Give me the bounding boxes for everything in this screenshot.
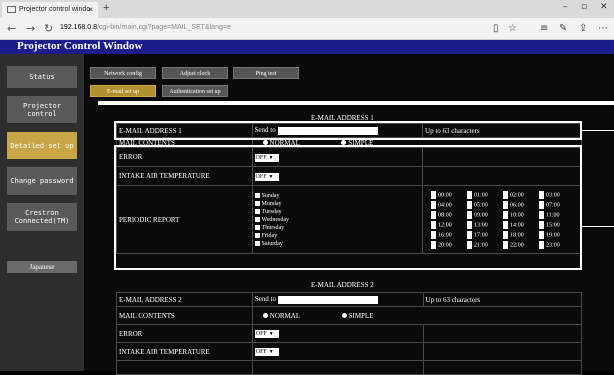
web-note-icon[interactable]: ✎ <box>559 23 567 34</box>
empty-cell <box>251 360 424 375</box>
empty-cell <box>422 360 583 375</box>
sidebar-item-projector-control[interactable]: Projector control <box>7 96 77 123</box>
normal-radio[interactable]: NORMAL <box>262 311 300 320</box>
radio-icon <box>262 313 268 319</box>
empty-cell <box>422 324 583 343</box>
tab-close-icon[interactable]: × <box>88 5 93 14</box>
more-icon[interactable]: ⋯ <box>598 23 608 34</box>
error-select[interactable]: OFF ▼ <box>254 330 279 338</box>
url-path: /cgi-bin/main.cgi?page=MAIL_SET&lang=e <box>96 24 231 31</box>
share-icon[interactable]: ⇪ <box>579 23 587 34</box>
tab-email-set-up[interactable]: E-mail set up <box>90 85 156 97</box>
divider <box>98 101 614 105</box>
url-host: 192.168.0.8 <box>60 24 97 31</box>
forward-icon[interactable]: → <box>26 22 35 35</box>
maximize-button[interactable]: ▫ <box>581 2 587 12</box>
intake-select[interactable]: OFF ▼ <box>254 348 279 356</box>
simple-radio[interactable]: SIMPLE <box>341 311 374 320</box>
tab-adjust-clock[interactable]: Adjust clock <box>162 67 228 79</box>
back-icon[interactable]: ← <box>7 22 16 35</box>
error-select-cell: OFF ▼ <box>251 324 424 343</box>
error-label: ERROR <box>116 324 253 343</box>
sidebar-item-change-password[interactable]: Change password <box>7 167 77 195</box>
sidebar-item-detailed-set-up[interactable]: Detailed set up <box>7 132 77 159</box>
tab-title: Projector control windo <box>19 6 91 13</box>
radio-icon <box>341 313 347 319</box>
simple-label: SIMPLE <box>348 311 374 320</box>
language-button[interactable]: Japanese <box>7 261 77 273</box>
email2-address-input[interactable] <box>277 295 378 304</box>
mail-contents-label: MAIL CONTENTS <box>116 306 253 325</box>
reading-view-icon[interactable]: ▯ <box>493 23 499 34</box>
address-bar[interactable]: 192.168.0.8/cgi-bin/main.cgi?page=MAIL_S… <box>60 24 231 31</box>
error-value: OFF <box>255 331 267 337</box>
hub-icon[interactable]: ≡ <box>540 23 548 34</box>
new-tab-button[interactable]: + <box>103 2 109 14</box>
sidebar: Status Projector control Detailed set up… <box>0 54 84 371</box>
browser-tab[interactable]: Projector control windo × <box>2 2 98 18</box>
browser-tab-bar: Projector control windo × + – ▫ ✕ <box>0 0 614 18</box>
empty-cell <box>422 342 583 361</box>
favorite-star-icon[interactable]: ☆ <box>508 23 517 34</box>
empty-cell <box>116 360 253 375</box>
title-bar: Projector Control Window <box>0 40 614 54</box>
email2-address-label: E-MAIL ADDRESS 2 <box>116 292 253 307</box>
refresh-icon[interactable]: ↻ <box>44 22 53 35</box>
email2-table: E-MAIL ADDRESS 2 Send to Up to 63 charac… <box>116 292 583 375</box>
main-content: Network config Adjust clock Ping test E-… <box>84 54 614 375</box>
tab-ping-test[interactable]: Ping test <box>233 67 299 79</box>
page-title: Projector Control Window <box>17 40 143 52</box>
normal-label: NORMAL <box>269 311 300 320</box>
page-icon <box>7 6 16 13</box>
chevron-down-icon: ▼ <box>268 332 274 337</box>
callout-line <box>582 226 614 227</box>
intake-value: OFF <box>255 349 267 355</box>
mail-contents-options: NORMAL SIMPLE <box>251 306 583 325</box>
projector-page: Projector Control Window Status Projecto… <box>0 40 614 375</box>
highlight-box-settings <box>114 145 582 270</box>
email2-header: E-MAIL ADDRESS 2 <box>311 281 374 289</box>
send-to-label: Send to <box>254 295 276 304</box>
tab-network-config[interactable]: Network config <box>90 67 156 79</box>
email2-limit: Up to 63 characters <box>422 292 583 307</box>
close-window-button[interactable]: ✕ <box>600 2 608 12</box>
email2-send-to-cell: Send to <box>251 292 424 307</box>
intake-label: INTAKE AIR TEMPERATURE <box>116 342 253 361</box>
minimize-button[interactable]: – <box>563 2 568 12</box>
browser-nav-bar: ← → ↻ 192.168.0.8/cgi-bin/main.cgi?page=… <box>0 18 614 40</box>
tab-authentication-set-up[interactable]: Authentication set up <box>162 85 228 97</box>
sidebar-item-status[interactable]: Status <box>7 66 77 88</box>
sidebar-item-crestron-connected[interactable]: Crestron Connected(TM) <box>7 203 77 231</box>
highlight-box-address <box>114 121 582 140</box>
callout-line <box>582 130 614 131</box>
chevron-down-icon: ▼ <box>268 350 274 355</box>
intake-select-cell: OFF ▼ <box>251 342 424 361</box>
